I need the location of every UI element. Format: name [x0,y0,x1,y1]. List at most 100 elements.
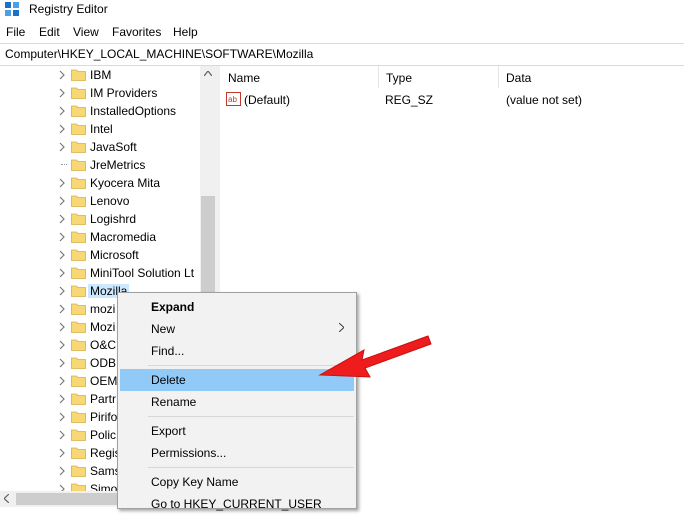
folder-icon [71,429,86,441]
tree-item[interactable]: Macromedia [0,228,200,246]
tree-item-label: O&C [90,338,117,352]
address-bar[interactable]: Computer\HKEY_LOCAL_MACHINE\SOFTWARE\Moz… [0,43,684,66]
menu-item-export[interactable]: Export [120,420,354,442]
tree-item-label: IM Providers [90,86,158,100]
tree-item[interactable]: InstalledOptions [0,102,200,120]
tree-item-label: JavaSoft [90,140,137,154]
folder-icon [71,249,86,261]
folder-icon [71,339,86,351]
value-name: (Default) [244,93,291,107]
folder-icon [71,375,86,387]
chevron-right-icon[interactable] [57,304,67,314]
chevron-right-icon[interactable] [57,466,67,476]
folder-icon [71,411,86,423]
tree-item-label: Logishrd [90,212,137,226]
scroll-up-icon[interactable] [204,71,212,76]
registry-editor-icon [5,2,19,16]
folder-icon [71,159,86,171]
tree-item-label: Polic [90,428,117,442]
chevron-right-icon[interactable] [57,268,67,278]
menu-view[interactable]: View [73,25,99,39]
chevron-right-icon[interactable] [57,340,67,350]
tree-item-label: Lenovo [90,194,130,208]
chevron-right-icon[interactable] [57,394,67,404]
tree-item[interactable]: Logishrd [0,210,200,228]
column-header-data[interactable]: Data [498,66,684,88]
tree-item-label: Mozi [90,320,116,334]
menu-item-rename[interactable]: Rename [120,391,354,413]
tree-item[interactable]: MiniTool Solution Lt [0,264,200,282]
folder-icon [71,69,86,81]
chevron-right-icon[interactable] [57,70,67,80]
tree-item[interactable]: Kyocera Mita [0,174,200,192]
scroll-left-icon[interactable] [4,494,9,503]
chevron-right-icon[interactable] [57,376,67,386]
chevron-right-icon[interactable] [57,286,67,296]
tree-item-label: Partr [90,392,117,406]
tree-item-label: Kyocera Mita [90,176,161,190]
tree-item[interactable]: JavaSoft [0,138,200,156]
folder-icon [71,195,86,207]
chevron-right-icon[interactable] [57,430,67,440]
chevron-right-icon[interactable] [57,106,67,116]
chevron-right-icon[interactable] [57,124,67,134]
value-row[interactable]: ab (Default) REG_SZ (value not set) [220,91,684,109]
tree-item[interactable]: JreMetrics [0,156,200,174]
chevron-right-icon[interactable] [57,322,67,332]
chevron-right-icon[interactable] [57,214,67,224]
chevron-right-icon[interactable] [57,142,67,152]
folder-icon [71,321,86,333]
tree-item-label: Macromedia [90,230,157,244]
menu-help[interactable]: Help [173,25,198,39]
menu-file[interactable]: File [6,25,25,39]
menu-item-permissions[interactable]: Permissions... [120,442,354,464]
tree-item-label: MiniTool Solution Lt [90,266,195,280]
tree-item-label: Microsoft [90,248,139,262]
folder-icon [71,267,86,279]
column-header-name[interactable]: Name [220,66,379,88]
scrollbar-thumb[interactable] [16,493,126,505]
tree-connector [61,164,67,165]
tree-item[interactable]: Lenovo [0,192,200,210]
chevron-right-icon[interactable] [57,448,67,458]
chevron-right-icon[interactable] [57,358,67,368]
tree-item-label: InstalledOptions [90,104,177,118]
menu-item-goto-hkcu[interactable]: Go to HKEY_CURRENT_USER [120,493,354,515]
string-value-icon: ab [226,92,241,106]
folder-icon [71,177,86,189]
folder-icon [71,447,86,459]
tree-item[interactable]: Intel [0,120,200,138]
window-title: Registry Editor [29,2,108,16]
menu-item-copy-key-name[interactable]: Copy Key Name [120,471,354,493]
address-path[interactable]: Computer\HKEY_LOCAL_MACHINE\SOFTWARE\Moz… [5,47,313,61]
menu-separator [148,416,354,417]
folder-icon [71,303,86,315]
chevron-right-icon[interactable] [57,250,67,260]
folder-icon [71,105,86,117]
folder-icon [71,285,86,297]
menu-bar: File Edit View Favorites Help [0,22,684,42]
chevron-right-icon[interactable] [57,232,67,242]
value-data: (value not set) [506,93,583,107]
chevron-right-icon[interactable] [57,412,67,422]
tree-item[interactable]: Microsoft [0,246,200,264]
column-header-type[interactable]: Type [378,66,499,88]
annotation-arrow-icon [318,335,432,378]
tree-item[interactable]: IBM [0,66,200,84]
menu-favorites[interactable]: Favorites [112,25,161,39]
tree-item-label: mozi [90,302,116,316]
folder-icon [71,393,86,405]
chevron-right-icon[interactable] [57,178,67,188]
tree-item-label: Pirifo [90,410,118,424]
chevron-right-icon[interactable] [57,88,67,98]
menu-item-expand[interactable]: Expand [120,296,354,318]
folder-icon [71,231,86,243]
folder-icon [71,87,86,99]
menu-edit[interactable]: Edit [39,25,60,39]
folder-icon [71,213,86,225]
folder-icon [71,123,86,135]
folder-icon [71,465,86,477]
tree-item[interactable]: IM Providers [0,84,200,102]
chevron-right-icon[interactable] [57,196,67,206]
value-type: REG_SZ [385,93,434,107]
